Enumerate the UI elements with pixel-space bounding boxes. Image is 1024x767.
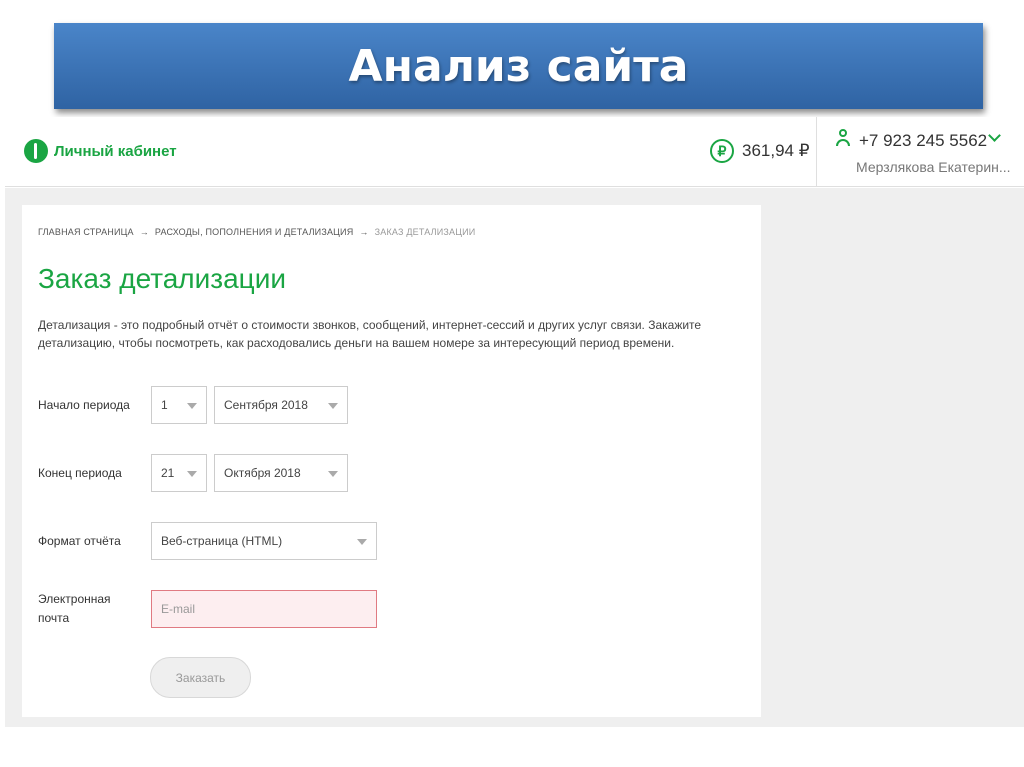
slide-title-banner: Анализ сайта xyxy=(54,23,983,109)
start-day-value: 1 xyxy=(161,398,168,412)
order-button[interactable]: Заказать xyxy=(150,657,251,698)
balance-value: 361,94 ₽ xyxy=(742,141,810,160)
user-name: Мерзлякова Екатерин... xyxy=(856,159,1011,175)
user-icon xyxy=(836,129,850,147)
logo[interactable]: Личный кабинет xyxy=(24,139,177,163)
format-select[interactable]: Веб-страница (HTML) xyxy=(151,522,377,560)
end-period-label: Конец периода xyxy=(38,466,122,480)
start-month-value: Сентября 2018 xyxy=(224,398,308,412)
ruble-icon: ₽ xyxy=(710,139,734,163)
site-header: Личный кабинет ₽ 361,94 ₽ +7 923 245 556… xyxy=(5,117,1024,187)
start-period-label: Начало периода xyxy=(38,398,130,412)
email-field[interactable]: E-mail xyxy=(151,590,377,628)
balance[interactable]: ₽ 361,94 ₽ xyxy=(710,139,810,163)
end-month-select[interactable]: Октября 2018 xyxy=(214,454,348,492)
start-month-select[interactable]: Сентября 2018 xyxy=(214,386,348,424)
email-label: Электронная почта xyxy=(38,592,111,625)
caret-down-icon xyxy=(357,539,367,545)
page-description: Детализация - это подробный отчёт о стои… xyxy=(38,318,702,350)
account-switcher[interactable]: +7 923 245 5562 Мерзлякова Екатерин... xyxy=(816,117,1024,186)
detalization-form-card: ГЛАВНАЯ СТРАНИЦА → РАСХОДЫ, ПОПОЛНЕНИЯ И… xyxy=(22,205,761,717)
chevron-down-icon[interactable] xyxy=(988,129,1001,142)
site-screenshot: Личный кабинет ₽ 361,94 ₽ +7 923 245 556… xyxy=(5,117,1024,727)
phone-number: +7 923 245 5562 xyxy=(859,131,988,150)
logo-text: Личный кабинет xyxy=(54,142,177,160)
breadcrumb-separator: → xyxy=(139,227,149,237)
logo-icon xyxy=(24,139,48,163)
start-day-select[interactable]: 1 xyxy=(151,386,207,424)
caret-down-icon xyxy=(328,403,338,409)
breadcrumb-expenses[interactable]: РАСХОДЫ, ПОПОЛНЕНИЯ И ДЕТАЛИЗАЦИЯ xyxy=(155,227,354,237)
end-day-value: 21 xyxy=(161,466,175,480)
breadcrumb-home[interactable]: ГЛАВНАЯ СТРАНИЦА xyxy=(38,227,134,237)
end-day-select[interactable]: 21 xyxy=(151,454,207,492)
breadcrumb-current: ЗАКАЗ ДЕТАЛИЗАЦИИ xyxy=(374,227,476,237)
format-label: Формат отчёта xyxy=(38,534,121,548)
page-title: Заказ детализации xyxy=(38,263,286,294)
email-placeholder: E-mail xyxy=(161,602,196,616)
slide: Анализ сайта Личный кабинет ₽ 361,94 ₽ +… xyxy=(0,0,1024,767)
format-value: Веб-страница (HTML) xyxy=(161,534,283,548)
slide-title: Анализ сайта xyxy=(348,40,689,92)
caret-down-icon xyxy=(187,471,197,477)
caret-down-icon xyxy=(187,403,197,409)
end-month-value: Октября 2018 xyxy=(224,466,301,480)
breadcrumb: ГЛАВНАЯ СТРАНИЦА → РАСХОДЫ, ПОПОЛНЕНИЯ И… xyxy=(38,227,475,237)
breadcrumb-separator: → xyxy=(359,227,369,237)
caret-down-icon xyxy=(328,471,338,477)
